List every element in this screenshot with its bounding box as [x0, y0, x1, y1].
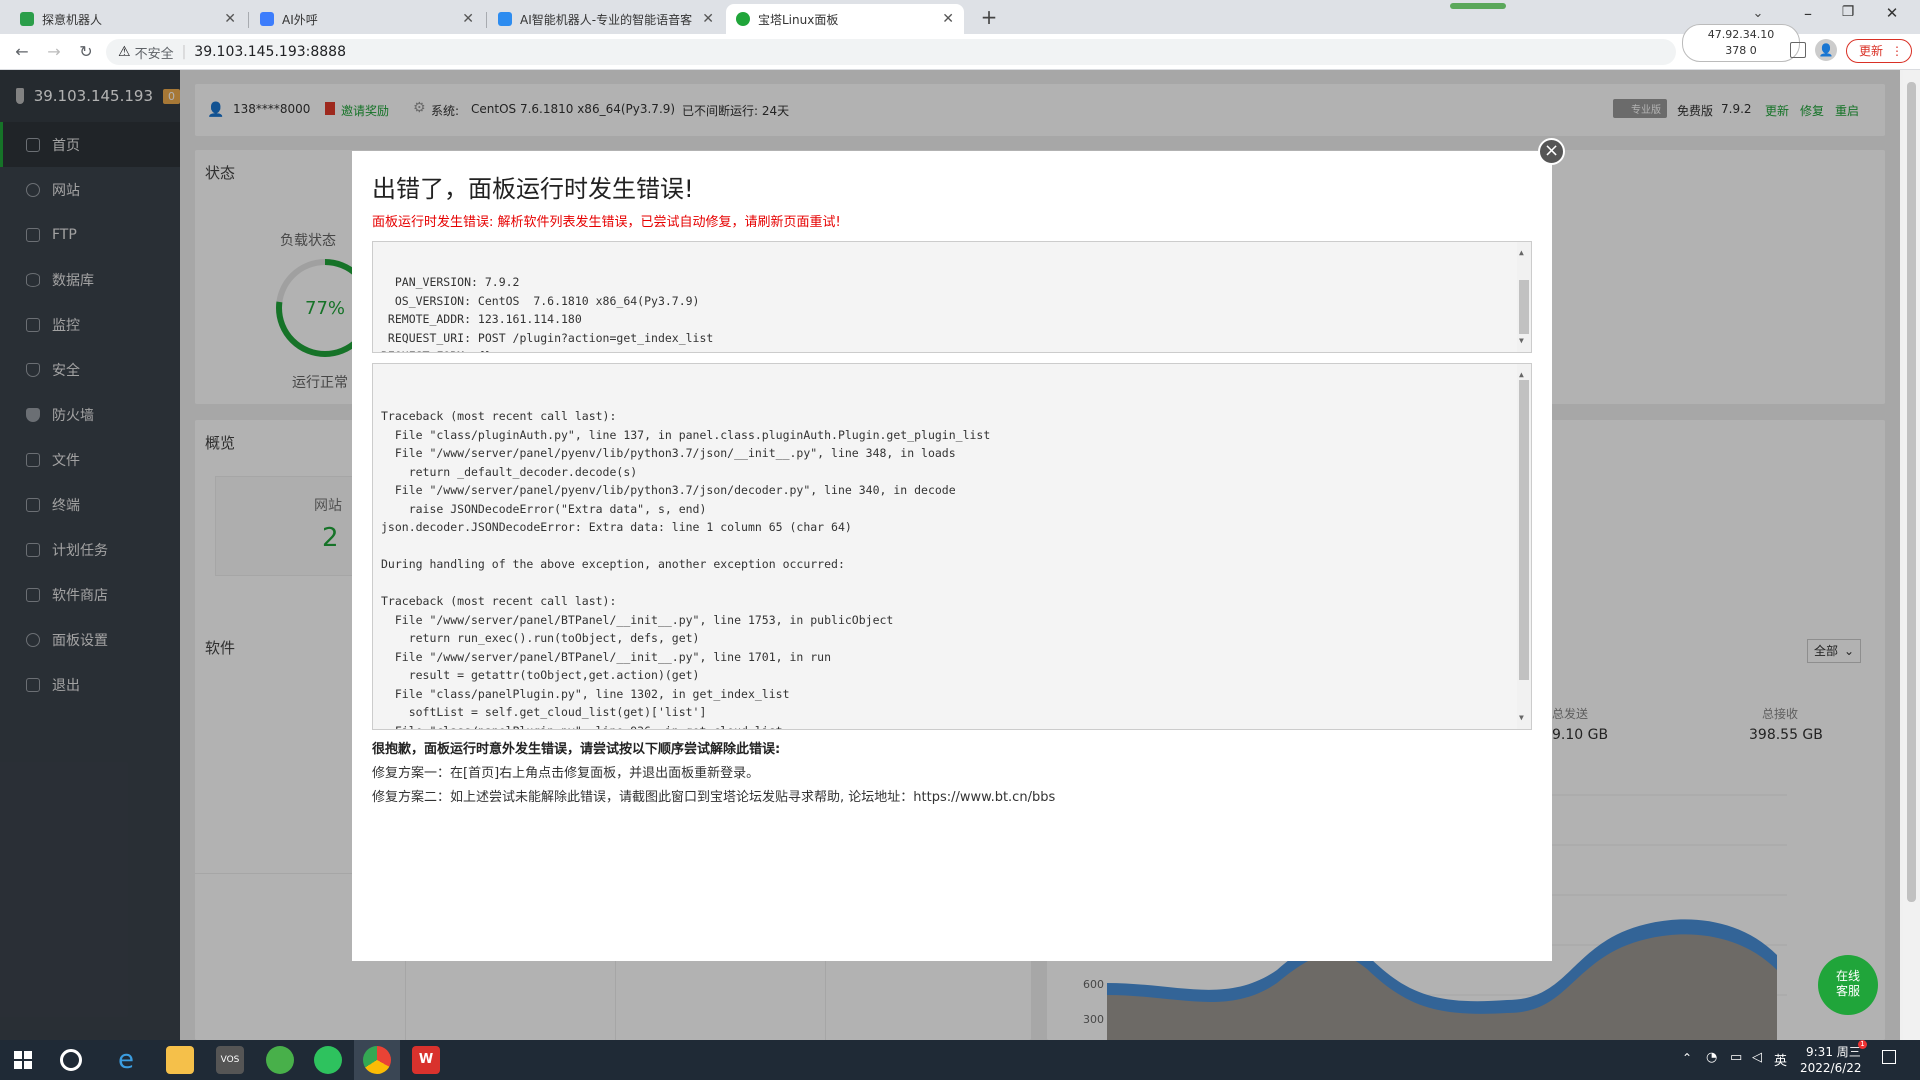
- tab-favicon-icon: [736, 12, 750, 26]
- online-support-button[interactable]: 在线 客服: [1818, 955, 1878, 1015]
- battery-icon[interactable]: ▭: [1730, 1050, 1742, 1065]
- clock-time[interactable]: 9:31 周三: [1806, 1043, 1861, 1060]
- scroll-down-arrow-icon[interactable]: ▼: [1519, 709, 1524, 728]
- browser-tab-active[interactable]: 宝塔Linux面板 ✕: [726, 4, 964, 34]
- traceback-text: Traceback (most recent call last): File …: [381, 409, 991, 729]
- extension-ip: 47.92.34.10: [1707, 28, 1775, 41]
- vos-app-icon[interactable]: VOS: [216, 1046, 244, 1074]
- restore-button[interactable]: ❐: [1836, 4, 1860, 24]
- fix-option-one: 修复方案一：在[首页]右上角点击修复面板，并退出面板重新登录。: [372, 766, 760, 781]
- tab-divider: [486, 12, 487, 28]
- input-language[interactable]: 英: [1774, 1050, 1787, 1069]
- profile-avatar[interactable]: 👤: [1815, 39, 1837, 61]
- tab-divider: [248, 12, 249, 28]
- wechat-icon[interactable]: [314, 1046, 342, 1074]
- browser-tab[interactable]: AI智能机器人-专业的智能语音客 ✕: [488, 4, 724, 34]
- tab-title: AI外呼: [282, 12, 318, 27]
- sorry-message: 很抱歉，面板运行时意外发生错误，请尝试按以下顺序尝试解除此错误:: [372, 742, 781, 757]
- tab-title: 宝塔Linux面板: [758, 12, 839, 27]
- volume-icon[interactable]: ◁: [1752, 1050, 1762, 1065]
- fix-option-two: 修复方案二：如上述尝试未能解除此错误，请截图此窗口到宝塔论坛发贴寻求帮助, 论坛…: [372, 790, 1056, 805]
- warning-icon: ⚠: [118, 44, 131, 60]
- tab-favicon-icon: [260, 12, 274, 26]
- tab-close-icon[interactable]: ✕: [224, 11, 236, 27]
- tab-title: AI智能机器人-专业的智能语音客: [520, 12, 693, 27]
- address-bar[interactable]: ⚠ 不安全 | 39.103.145.193:8888: [106, 39, 1676, 65]
- traceback-box[interactable]: Traceback (most recent call last): File …: [372, 363, 1532, 730]
- sidepanel-icon[interactable]: [1790, 42, 1806, 58]
- windows-taskbar: e VOS W ⌃ ◔ ▭ ◁ 英 9:31 周三 1 2022/6/22: [0, 1040, 1920, 1080]
- scrollbar-thumb[interactable]: [1519, 280, 1529, 334]
- browser-toolbar: ← → ↻ ⚠ 不安全 | 39.103.145.193:8888 47.92.…: [0, 24, 1920, 70]
- minimize-button[interactable]: –: [1796, 4, 1820, 24]
- ie-browser-icon[interactable]: e: [112, 1046, 140, 1074]
- browser-tab-strip: 探意机器人 ✕ AI外呼 ✕ AI智能机器人-专业的智能语音客 ✕ 宝塔Linu…: [0, 0, 1920, 34]
- chrome-icon[interactable]: [363, 1046, 391, 1074]
- forward-arrow-icon[interactable]: →: [42, 40, 66, 64]
- tab-title: 探意机器人: [42, 12, 103, 27]
- app-icon[interactable]: [266, 1046, 294, 1074]
- extension-popup[interactable]: 47.92.34.10 378 0: [1682, 24, 1800, 62]
- address-divider: |: [181, 44, 187, 60]
- new-tab-button[interactable]: +: [976, 4, 1002, 30]
- back-arrow-icon[interactable]: ←: [10, 40, 34, 64]
- error-subtitle: 面板运行时发生错误: 解析软件列表发生错误，已尝试自动修复，请刷新页面重试!: [372, 215, 841, 230]
- more-menu-icon[interactable]: ⋮: [1891, 40, 1903, 62]
- error-dialog: 出错了，面板运行时发生错误! 面板运行时发生错误: 解析软件列表发生错误，已尝试…: [352, 151, 1552, 961]
- notification-badge: 1: [1858, 1040, 1867, 1049]
- browser-tab[interactable]: 探意机器人 ✕: [10, 4, 246, 34]
- request-info-box[interactable]: PAN_VERSION: 7.9.2 OS_VERSION: CentOS 7.…: [372, 241, 1532, 353]
- tab-favicon-icon: [498, 12, 512, 26]
- app-icon[interactable]: [60, 1049, 82, 1071]
- request-info-scrollbar[interactable]: ▲ ▼: [1517, 242, 1531, 352]
- wps-icon[interactable]: W: [412, 1046, 440, 1074]
- taskbar-active-item[interactable]: [354, 1040, 400, 1080]
- tab-search-icon[interactable]: ⌄: [1748, 6, 1768, 26]
- close-window-button[interactable]: ✕: [1880, 4, 1904, 24]
- insecure-label: 不安全: [134, 46, 174, 62]
- file-explorer-icon[interactable]: [166, 1046, 194, 1074]
- scroll-up-arrow-icon[interactable]: ▲: [1519, 244, 1524, 263]
- scrollbar-thumb[interactable]: [1519, 380, 1529, 680]
- error-title: 出错了，面板运行时发生错误!: [372, 175, 694, 203]
- clock-date[interactable]: 2022/6/22: [1800, 1061, 1862, 1075]
- update-label: 更新: [1859, 44, 1884, 58]
- windows-start-icon[interactable]: [14, 1051, 32, 1069]
- update-browser-button[interactable]: 更新 ⋮: [1846, 39, 1912, 63]
- network-icon[interactable]: ◔: [1706, 1050, 1717, 1065]
- browser-tab[interactable]: AI外呼 ✕: [250, 4, 484, 34]
- page-scrollbar[interactable]: [1903, 70, 1920, 1040]
- tab-close-icon[interactable]: ✕: [462, 11, 474, 27]
- tab-favicon-icon: [20, 12, 34, 26]
- action-center-icon[interactable]: [1882, 1050, 1896, 1064]
- tab-close-icon[interactable]: ✕: [942, 11, 954, 27]
- scrollbar-thumb[interactable]: [1907, 82, 1916, 902]
- traceback-scrollbar[interactable]: ▲ ▼: [1517, 364, 1531, 729]
- tab-progress-indicator: [1450, 3, 1506, 9]
- extension-number: 378 0: [1725, 44, 1757, 57]
- chevron-up-icon[interactable]: ⌃: [1682, 1051, 1692, 1065]
- url-text[interactable]: 39.103.145.193:8888: [194, 44, 346, 60]
- request-info-text: PAN_VERSION: 7.9.2 OS_VERSION: CentOS 7.…: [381, 275, 714, 352]
- reload-icon[interactable]: ↻: [74, 40, 98, 64]
- tab-close-icon[interactable]: ✕: [702, 11, 714, 27]
- close-dialog-button[interactable]: ×: [1538, 138, 1565, 165]
- scroll-down-arrow-icon[interactable]: ▼: [1519, 332, 1524, 351]
